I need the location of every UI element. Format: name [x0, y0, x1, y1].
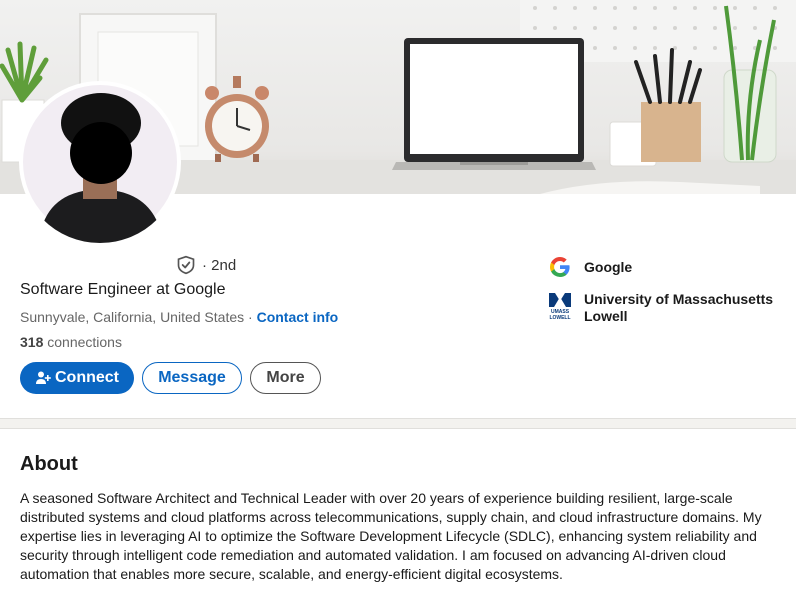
profile-card: · 2nd Software Engineer at Google Sunnyv… [0, 0, 796, 419]
connections-number: 318 [20, 334, 44, 350]
contact-info-link[interactable]: Contact info [257, 309, 339, 325]
umass-lowell-logo-icon: UMASS LOWELL [549, 293, 571, 321]
profile-location: Sunnyvale, California, United States [20, 309, 245, 325]
location-separator: · [244, 309, 257, 325]
message-button[interactable]: Message [142, 362, 242, 394]
message-label: Message [158, 369, 226, 386]
connection-degree: · 2nd [176, 255, 236, 275]
connect-label: Connect [55, 369, 119, 386]
about-heading: About [20, 453, 78, 475]
more-label: More [266, 369, 305, 386]
about-section: About A seasoned Software Architect and … [0, 428, 796, 591]
profile-headline: Software Engineer at Google [20, 281, 226, 298]
umass-logo-line2: LOWELL [549, 315, 570, 321]
school-name: University of Massachusetts Lowell [584, 291, 774, 324]
education-school-umass-lowell[interactable]: UMASS LOWELL University of Massachusetts… [548, 291, 784, 325]
degree-label: · 2nd [202, 256, 237, 274]
connections-label: connections [47, 334, 122, 350]
connect-button[interactable]: Connect [20, 362, 134, 394]
verified-shield-icon [177, 255, 195, 275]
add-person-icon [36, 371, 51, 384]
company-name: Google [584, 259, 633, 275]
about-text: A seasoned Software Architect and Techni… [20, 490, 762, 582]
profile-photo[interactable] [19, 81, 181, 243]
more-button[interactable]: More [250, 362, 321, 394]
profile-location-line: Sunnyvale, California, United States · C… [20, 309, 338, 325]
experience-company-google[interactable]: Google [548, 255, 632, 279]
google-logo-icon [549, 257, 570, 278]
connections-count[interactable]: 318 connections [20, 334, 122, 350]
